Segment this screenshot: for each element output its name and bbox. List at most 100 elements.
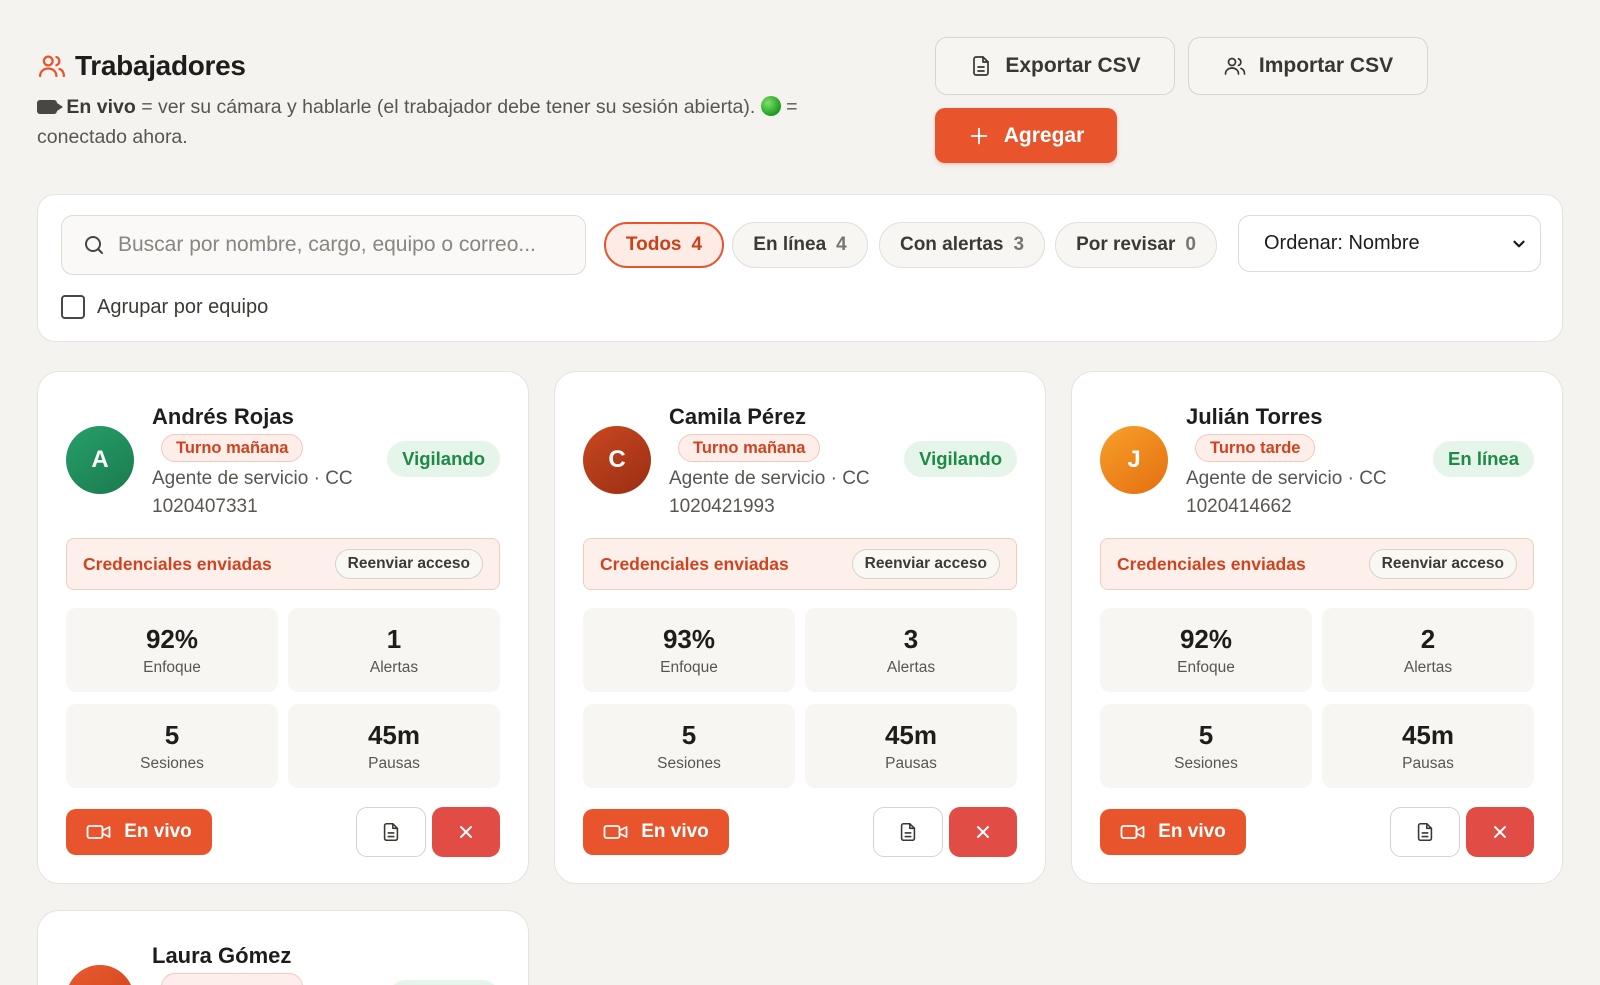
shift-badge: Turno mañana bbox=[161, 434, 304, 462]
stat-label: Pausas bbox=[885, 754, 937, 772]
close-icon bbox=[460, 826, 472, 838]
live-button[interactable]: En vivo bbox=[1100, 809, 1246, 855]
live-label: En vivo bbox=[1158, 821, 1226, 842]
title-row: Trabajadores bbox=[37, 50, 867, 82]
shift-badge bbox=[161, 973, 303, 985]
credentials-banner: Credenciales enviadas Reenviar acceso bbox=[1100, 538, 1534, 590]
search-input[interactable] bbox=[118, 233, 558, 257]
export-csv-label: Exportar CSV bbox=[1005, 54, 1141, 77]
worker-card: A Andrés Rojas Turno mañana Agente de se… bbox=[37, 371, 529, 884]
green-circle-icon bbox=[760, 96, 781, 116]
sort-select[interactable]: Ordenar: Nombre bbox=[1238, 215, 1541, 272]
credentials-label: Credenciales enviadas bbox=[1117, 553, 1306, 574]
stat-breaks: 45m Pausas bbox=[805, 704, 1017, 788]
credentials-label: Credenciales enviadas bbox=[600, 553, 789, 574]
document-icon bbox=[1417, 822, 1433, 842]
stat-label: Pausas bbox=[1402, 754, 1454, 772]
worker-name: Andrés Rojas bbox=[152, 404, 294, 429]
worker-name: Julián Torres bbox=[1186, 404, 1323, 429]
delete-button[interactable] bbox=[1466, 807, 1534, 857]
export-csv-button[interactable]: Exportar CSV bbox=[935, 37, 1175, 95]
delete-button[interactable] bbox=[949, 807, 1017, 857]
stat-value: 1 bbox=[386, 623, 402, 654]
live-label: En vivo bbox=[124, 821, 192, 842]
live-label: En vivo bbox=[641, 821, 709, 842]
users-icon bbox=[1224, 57, 1246, 75]
resend-access-button[interactable]: Reenviar acceso bbox=[1368, 549, 1517, 579]
credentials-banner: Credenciales enviadas Reenviar acceso bbox=[66, 538, 500, 590]
avatar: C bbox=[583, 426, 651, 494]
status-badge: Vigilando bbox=[387, 441, 500, 477]
stat-label: Enfoque bbox=[143, 658, 201, 676]
delete-button[interactable] bbox=[432, 807, 500, 857]
filter-chip-en-linea[interactable]: En línea 4 bbox=[732, 222, 868, 268]
page-subtitle: En vivo = ver su cámara y hablarle (el t… bbox=[37, 92, 867, 152]
video-camera-icon bbox=[1120, 825, 1145, 839]
resend-access-button[interactable]: Reenviar acceso bbox=[851, 549, 1000, 579]
group-by-team-checkbox[interactable] bbox=[61, 295, 85, 319]
worker-card: C Camila Pérez Turno mañana Agente de se… bbox=[554, 371, 1046, 884]
stat-value: 5 bbox=[1198, 719, 1214, 750]
sort-select-value: Ordenar: Nombre bbox=[1264, 232, 1420, 254]
import-csv-button[interactable]: Importar CSV bbox=[1188, 37, 1428, 95]
report-button[interactable] bbox=[873, 807, 943, 857]
stat-value: 2 bbox=[1420, 623, 1436, 654]
stat-label: Alertas bbox=[1403, 658, 1453, 676]
chip-label: Por revisar bbox=[1076, 234, 1176, 255]
stat-value: 5 bbox=[681, 719, 697, 750]
worker-role: Agente de servicio · CC 1020414662 bbox=[1186, 468, 1387, 517]
stat-focus: 92% Enfoque bbox=[66, 608, 278, 692]
worker-card: Laura Gómez bbox=[37, 910, 529, 985]
filter-chip-con-alertas[interactable]: Con alertas 3 bbox=[879, 222, 1045, 268]
stat-value: 92% bbox=[1179, 623, 1233, 654]
page-header: Trabajadores En vivo = ver su cámara y h… bbox=[37, 50, 867, 152]
search-icon bbox=[85, 236, 103, 254]
stat-breaks: 45m Pausas bbox=[1322, 704, 1534, 788]
stat-value: 45m bbox=[884, 719, 938, 750]
worker-card: J Julián Torres Turno tarde Agente de se… bbox=[1071, 371, 1563, 884]
stat-focus: 92% Enfoque bbox=[1100, 608, 1312, 692]
worker-role: Agente de servicio · CC 1020421993 bbox=[669, 468, 870, 517]
filter-chip-todos[interactable]: Todos 4 bbox=[604, 222, 724, 268]
stat-alerts: 2 Alertas bbox=[1322, 608, 1534, 692]
credentials-banner: Credenciales enviadas Reenviar acceso bbox=[583, 538, 1017, 590]
close-icon bbox=[977, 826, 989, 838]
subtitle-live-label: En vivo bbox=[66, 96, 136, 118]
chip-label: En línea bbox=[753, 234, 827, 255]
status-badge bbox=[388, 980, 500, 985]
search-box bbox=[61, 215, 586, 275]
avatar: A bbox=[66, 426, 134, 494]
video-camera-icon bbox=[603, 825, 628, 839]
resend-access-button[interactable]: Reenviar acceso bbox=[334, 549, 483, 579]
stat-value: 45m bbox=[367, 719, 421, 750]
shift-badge: Turno mañana bbox=[678, 434, 821, 462]
stat-alerts: 3 Alertas bbox=[805, 608, 1017, 692]
chip-count: 4 bbox=[691, 234, 703, 255]
video-camera-icon bbox=[86, 825, 111, 839]
users-icon bbox=[39, 55, 65, 78]
report-button[interactable] bbox=[356, 807, 426, 857]
document-icon bbox=[383, 822, 399, 842]
filter-chip-por-revisar[interactable]: Por revisar 0 bbox=[1055, 222, 1217, 268]
worker-role: Agente de servicio · CC 1020407331 bbox=[152, 468, 353, 517]
stat-breaks: 45m Pausas bbox=[288, 704, 500, 788]
chevron-down-icon bbox=[1513, 240, 1525, 247]
page-title: Trabajadores bbox=[75, 50, 246, 81]
report-button[interactable] bbox=[1390, 807, 1460, 857]
live-button[interactable]: En vivo bbox=[583, 809, 729, 855]
stat-value: 3 bbox=[903, 623, 919, 654]
chip-label: Todos bbox=[625, 234, 682, 255]
stat-value: 5 bbox=[164, 719, 180, 750]
add-worker-button[interactable]: Agregar bbox=[935, 108, 1117, 163]
document-icon bbox=[900, 822, 916, 842]
stat-value: 92% bbox=[145, 623, 199, 654]
stat-sessions: 5 Sesiones bbox=[66, 704, 278, 788]
status-badge: Vigilando bbox=[904, 441, 1017, 477]
live-button[interactable]: En vivo bbox=[66, 809, 212, 855]
stat-alerts: 1 Alertas bbox=[288, 608, 500, 692]
stat-label: Sesiones bbox=[1174, 754, 1238, 772]
stat-value: 45m bbox=[1401, 719, 1455, 750]
avatar bbox=[66, 965, 134, 985]
stat-label: Enfoque bbox=[1177, 658, 1235, 676]
subtitle-description: = ver su cámara y hablarle (el trabajado… bbox=[135, 96, 761, 118]
